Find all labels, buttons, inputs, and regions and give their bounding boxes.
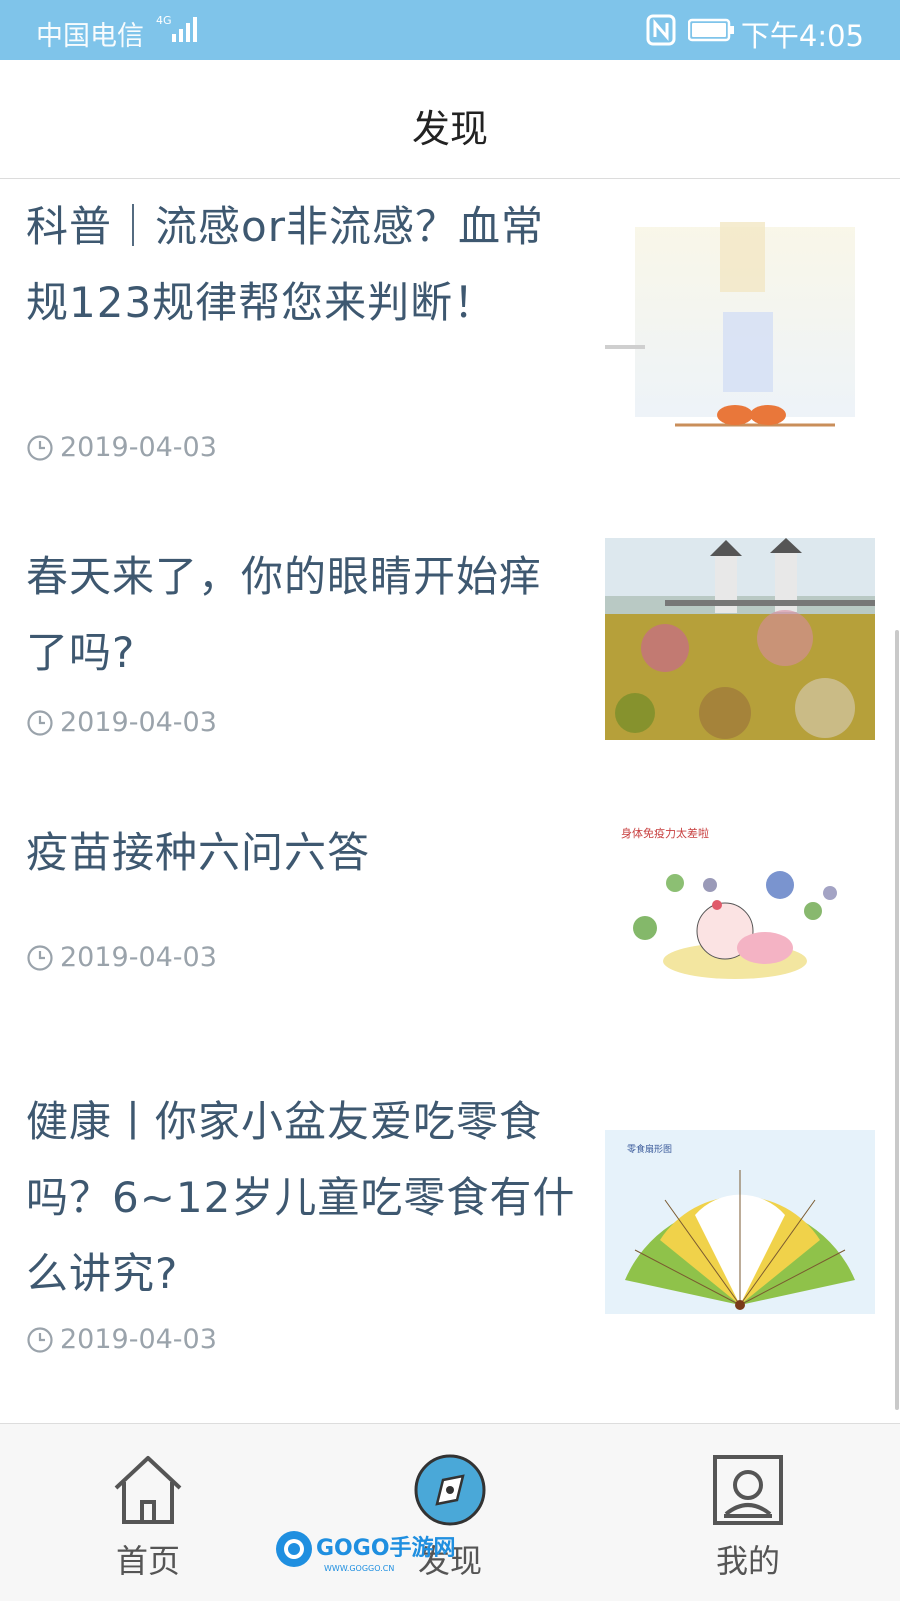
article-date-text: 2019-04-03 <box>60 707 217 738</box>
article-date: 2019-04-03 <box>26 432 217 463</box>
svg-text:身体免疫力太差啦: 身体免疫力太差啦 <box>621 826 709 840</box>
article-title: 科普｜流感or非流感？血常规123规律帮您来判断！ <box>26 202 544 327</box>
svg-text:GOGO手游网: GOGO手游网 <box>316 1535 456 1561</box>
article-date: 2019-04-03 <box>26 1324 217 1355</box>
nfc-icon <box>646 14 676 46</box>
tab-home-label: 首页 <box>115 1542 180 1580</box>
article-title: 春天来了，你的眼睛开始痒了吗? <box>26 552 543 677</box>
clock-icon <box>27 944 53 971</box>
scrollbar[interactable] <box>895 630 899 1410</box>
clock-icon <box>27 434 53 461</box>
signal-icon: 4G <box>156 14 197 42</box>
cartoon-feet-thumbnail[interactable] <box>605 217 875 457</box>
flower-field-bridge-thumbnail[interactable] <box>605 538 875 740</box>
clock-icon <box>27 709 53 736</box>
snack-fan-chart-thumbnail[interactable]: 零食扇形图 <box>605 1130 875 1314</box>
svg-text:4G: 4G <box>156 14 172 27</box>
home-icon <box>114 1456 182 1524</box>
tab-mine-label: 我的 <box>715 1542 780 1580</box>
article-date-text: 2019-04-03 <box>60 432 217 463</box>
page-title: 发现 <box>411 107 488 151</box>
article-item[interactable]: 春天来了，你的眼睛开始痒了吗? 2019-04-03 <box>0 509 900 799</box>
article-date: 2019-04-03 <box>26 942 217 973</box>
tab-home[interactable]: 首页 <box>48 1424 248 1601</box>
article-item[interactable]: 科普｜流感or非流感？血常规123规律帮您来判断！ 2019-04-03 <box>0 179 900 509</box>
compass-icon <box>414 1454 486 1526</box>
article-date-text: 2019-04-03 <box>60 1324 217 1355</box>
status-bar: 中国电信 4G 下午4:05 <box>0 0 900 60</box>
article-item[interactable]: 疫苗接种六问六答 2019-04-03 身体免疫力太差啦 <box>0 799 900 1059</box>
gogo-watermark-logo: GOGO手游网 WWW.GOGGO.CN <box>276 1531 456 1573</box>
profile-icon <box>713 1455 783 1525</box>
article-title: 疫苗接种六问六答 <box>26 828 371 877</box>
article-date: 2019-04-03 <box>26 707 217 738</box>
article-list[interactable]: 科普｜流感or非流感？血常规123规律帮您来判断！ 2019-04-03 春天来… <box>0 179 900 1423</box>
tab-mine[interactable]: 我的 <box>648 1424 848 1601</box>
battery-icon <box>688 18 734 42</box>
article-date-text: 2019-04-03 <box>60 942 217 973</box>
article-item[interactable]: 健康丨你家小盆友爱吃零食吗？6~12岁儿童吃零食有什么讲究? 2019-04-0… <box>0 1059 900 1423</box>
page-header: 发现 <box>0 60 900 179</box>
sick-baby-germs-thumbnail[interactable]: 身体免疫力太差啦 <box>605 813 875 1013</box>
clock-time: 下午4:05 <box>740 19 864 53</box>
svg-text:WWW.GOGGO.CN: WWW.GOGGO.CN <box>324 1564 394 1573</box>
svg-text:零食扇形图: 零食扇形图 <box>627 1143 672 1155</box>
carrier-name: 中国电信 <box>36 21 144 52</box>
clock-icon <box>27 1326 53 1353</box>
article-title: 健康丨你家小盆友爱吃零食吗？6~12岁儿童吃零食有什么讲究? <box>26 1097 576 1298</box>
